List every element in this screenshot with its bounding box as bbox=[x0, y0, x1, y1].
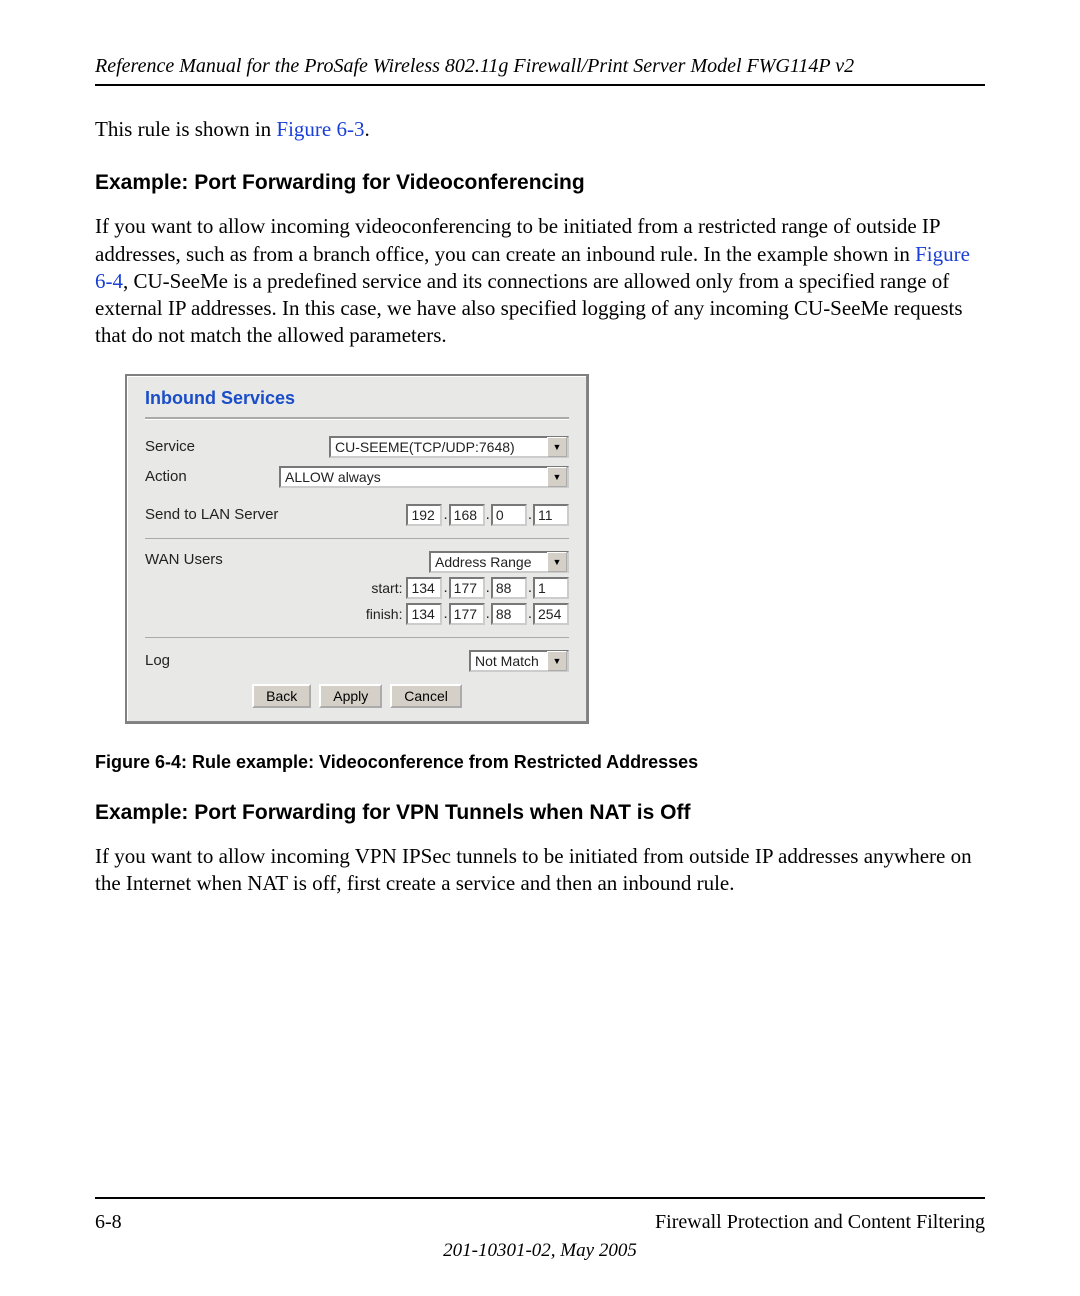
log-value: Not Match bbox=[475, 653, 547, 669]
back-button[interactable]: Back bbox=[252, 684, 311, 708]
wan-users-value: Address Range bbox=[435, 554, 547, 570]
finish-label: finish: bbox=[366, 606, 403, 622]
heading-videoconferencing: Example: Port Forwarding for Videoconfer… bbox=[95, 171, 985, 195]
wan-users-row: WAN Users Address Range ▼ start: 134. 17… bbox=[127, 547, 587, 629]
inbound-services-panel: Inbound Services Service CU-SEEME(TCP/UD… bbox=[125, 374, 589, 724]
start-ip-octet-1[interactable]: 134 bbox=[406, 577, 442, 599]
footer-section-title: Firewall Protection and Content Filterin… bbox=[655, 1211, 985, 1234]
header-rule bbox=[95, 84, 985, 86]
start-ip-octet-2[interactable]: 177 bbox=[449, 577, 485, 599]
action-value: ALLOW always bbox=[285, 469, 547, 485]
figure-6-3-link[interactable]: Figure 6-3 bbox=[276, 117, 364, 141]
footer-rule bbox=[95, 1197, 985, 1199]
start-label: start: bbox=[371, 580, 402, 596]
wan-users-select[interactable]: Address Range ▼ bbox=[429, 551, 569, 573]
lan-ip-octet-3[interactable]: 0 bbox=[491, 504, 527, 526]
wan-finish-group: finish: 134. 177. 88. 254 bbox=[366, 603, 569, 625]
lan-ip-group: 192. 168. 0. 11 bbox=[406, 504, 569, 526]
start-ip-octet-4[interactable]: 1 bbox=[533, 577, 569, 599]
service-label: Service bbox=[145, 438, 285, 455]
action-row: Action ALLOW always ▼ bbox=[127, 462, 587, 492]
panel-divider bbox=[145, 538, 569, 539]
service-select[interactable]: CU-SEEME(TCP/UDP:7648) ▼ bbox=[329, 436, 569, 458]
panel-divider bbox=[145, 637, 569, 638]
heading-vpn-tunnels: Example: Port Forwarding for VPN Tunnels… bbox=[95, 801, 985, 825]
action-select[interactable]: ALLOW always ▼ bbox=[279, 466, 569, 488]
chevron-down-icon[interactable]: ▼ bbox=[547, 552, 567, 572]
wan-start-group: start: 134. 177. 88. 1 bbox=[371, 577, 569, 599]
lan-server-label: Send to LAN Server bbox=[145, 506, 285, 523]
text: This rule is shown in bbox=[95, 117, 276, 141]
finish-ip-octet-4[interactable]: 254 bbox=[533, 603, 569, 625]
finish-ip-octet-3[interactable]: 88 bbox=[491, 603, 527, 625]
cancel-button[interactable]: Cancel bbox=[390, 684, 462, 708]
figure-6-4-caption: Figure 6-4: Rule example: Videoconferenc… bbox=[95, 752, 985, 773]
chevron-down-icon[interactable]: ▼ bbox=[547, 437, 567, 457]
lan-server-row: Send to LAN Server 192. 168. 0. 11 bbox=[127, 500, 587, 530]
log-row: Log Not Match ▼ bbox=[127, 646, 587, 676]
service-row: Service CU-SEEME(TCP/UDP:7648) ▼ bbox=[127, 432, 587, 462]
text: , CU-SeeMe is a predefined service and i… bbox=[95, 269, 963, 348]
start-ip-octet-3[interactable]: 88 bbox=[491, 577, 527, 599]
chevron-down-icon[interactable]: ▼ bbox=[547, 467, 567, 487]
panel-title: Inbound Services bbox=[127, 376, 587, 415]
log-label: Log bbox=[145, 652, 285, 669]
page-number: 6-8 bbox=[95, 1211, 122, 1234]
button-row: Back Apply Cancel bbox=[127, 684, 587, 708]
wan-users-label: WAN Users bbox=[145, 551, 285, 568]
service-value: CU-SEEME(TCP/UDP:7648) bbox=[335, 439, 547, 455]
log-select[interactable]: Not Match ▼ bbox=[469, 650, 569, 672]
lan-ip-octet-1[interactable]: 192 bbox=[406, 504, 442, 526]
intro-paragraph: This rule is shown in Figure 6-3. bbox=[95, 116, 985, 143]
text: . bbox=[365, 117, 370, 141]
panel-title-underline bbox=[145, 417, 569, 420]
page-footer: 6-8 Firewall Protection and Content Filt… bbox=[95, 1197, 985, 1262]
lan-ip-octet-2[interactable]: 168 bbox=[449, 504, 485, 526]
vpn-paragraph: If you want to allow incoming VPN IPSec … bbox=[95, 843, 985, 898]
chevron-down-icon[interactable]: ▼ bbox=[547, 651, 567, 671]
videoconf-paragraph: If you want to allow incoming videoconfe… bbox=[95, 213, 985, 349]
document-number: 201-10301-02, May 2005 bbox=[95, 1240, 985, 1262]
action-label: Action bbox=[145, 468, 235, 485]
running-header: Reference Manual for the ProSafe Wireles… bbox=[95, 55, 985, 84]
finish-ip-octet-2[interactable]: 177 bbox=[449, 603, 485, 625]
text: If you want to allow incoming videoconfe… bbox=[95, 214, 940, 265]
apply-button[interactable]: Apply bbox=[319, 684, 382, 708]
finish-ip-octet-1[interactable]: 134 bbox=[406, 603, 442, 625]
lan-ip-octet-4[interactable]: 11 bbox=[533, 504, 569, 526]
